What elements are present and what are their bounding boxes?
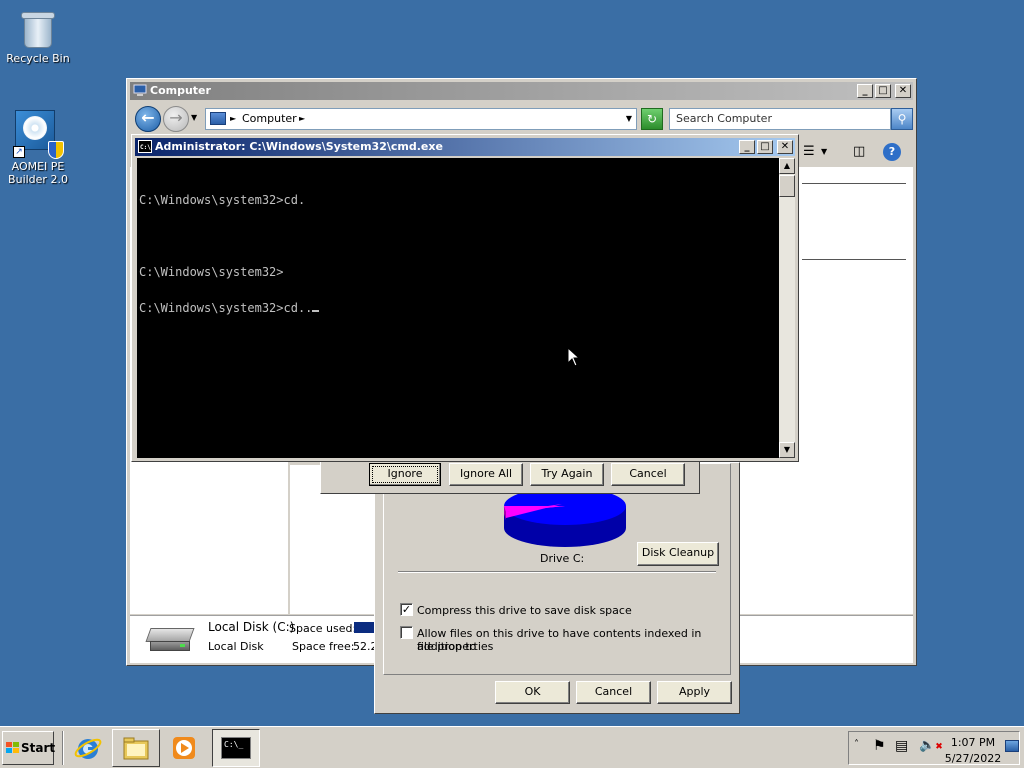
- clock-time: 1:07 PM: [950, 736, 996, 749]
- show-hidden-icons-button[interactable]: ˄: [854, 739, 859, 750]
- scroll-down-button[interactable]: ▼: [779, 442, 795, 458]
- error-cancel-button[interactable]: Cancel: [611, 463, 685, 486]
- space-used-bar: [354, 622, 376, 633]
- scroll-thumb[interactable]: [779, 175, 795, 197]
- drive-label: Drive C:: [540, 552, 585, 565]
- try-again-button[interactable]: Try Again: [530, 463, 604, 486]
- ignore-all-button[interactable]: Ignore All: [449, 463, 523, 486]
- clock[interactable]: 1:07 PM 5/27/2022: [943, 736, 1003, 765]
- general-tab-panel: Drive C: Disk Cleanup ✓ Compress this dr…: [383, 463, 731, 675]
- hard-drive-icon: [145, 628, 195, 654]
- minimize-button[interactable]: _: [857, 84, 873, 98]
- cmd-icon: C:\_: [221, 737, 251, 759]
- index-label-line2: file properties: [417, 640, 494, 653]
- media-player-icon[interactable]: [169, 733, 199, 763]
- internet-explorer-icon[interactable]: [73, 733, 103, 763]
- windows-logo-icon: [6, 742, 19, 753]
- cmd-close-button[interactable]: ✕: [777, 140, 793, 154]
- cmd-title: Administrator: C:\Windows\System32\cmd.e…: [155, 140, 443, 153]
- drive-properties-dialog[interactable]: Drive C: Disk Cleanup ✓ Compress this dr…: [374, 462, 740, 714]
- recycle-bin-label: Recycle Bin: [6, 52, 70, 65]
- taskbar: Start C:\_ ˄ ⚑ ▤ 🔈✖ 1:07 PM 5/27/2022: [0, 726, 1024, 768]
- chevron-right-icon[interactable]: ►: [299, 109, 305, 129]
- computer-icon: [133, 84, 147, 96]
- views-dropdown-icon[interactable]: ▼: [821, 143, 827, 161]
- network-icon[interactable]: ▤: [895, 738, 908, 754]
- uac-shield-icon: [48, 141, 64, 159]
- aomei-pe-builder-shortcut[interactable]: ↗ AOMEI PE Builder 2.0: [0, 110, 76, 186]
- chevron-right-icon[interactable]: ►: [230, 109, 236, 129]
- disk-cleanup-button[interactable]: Disk Cleanup: [637, 542, 719, 566]
- explorer-title: Computer: [150, 84, 211, 97]
- trash-icon: [18, 8, 58, 48]
- mouse-pointer-icon: [567, 347, 581, 367]
- folder-icon: [123, 737, 149, 760]
- computer-icon: [210, 112, 226, 125]
- show-desktop-icon[interactable]: [1005, 740, 1019, 752]
- address-row: ← → ▼ ► Computer ► ▼ ↻ Search Computer ⚲: [133, 105, 913, 133]
- forward-button[interactable]: →: [163, 106, 189, 132]
- explorer-taskbar-button[interactable]: [112, 729, 160, 767]
- compress-checkbox[interactable]: ✓: [400, 603, 413, 616]
- search-icon[interactable]: ⚲: [891, 108, 913, 130]
- scroll-up-button[interactable]: ▲: [779, 158, 795, 174]
- help-icon[interactable]: ?: [883, 143, 901, 161]
- address-dropdown-icon[interactable]: ▼: [626, 109, 632, 129]
- back-button[interactable]: ←: [135, 106, 161, 132]
- maximize-button[interactable]: □: [875, 84, 891, 98]
- console-line: C:\Windows\system32>cd..: [139, 301, 313, 315]
- shortcut-arrow-icon: ↗: [13, 146, 25, 158]
- close-button[interactable]: ✕: [895, 84, 911, 98]
- system-tray: ˄ ⚑ ▤ 🔈✖ 1:07 PM 5/27/2022: [848, 731, 1020, 765]
- cmd-titlebar[interactable]: C:\ Administrator: C:\Windows\System32\c…: [135, 138, 795, 156]
- cmd-scrollbar[interactable]: ▲ ▼: [779, 158, 795, 458]
- compress-label: Compress this drive to save disk space: [417, 604, 632, 617]
- refresh-button[interactable]: ↻: [641, 108, 663, 130]
- explorer-titlebar[interactable]: Computer _ □ ✕: [130, 82, 913, 100]
- space-free-label: Space free:: [292, 640, 355, 653]
- action-center-flag-icon[interactable]: ⚑: [873, 738, 886, 754]
- space-used-label: Space used:: [289, 622, 357, 635]
- recycle-bin-icon[interactable]: Recycle Bin: [0, 8, 76, 65]
- start-label: Start: [21, 741, 56, 755]
- console-line: C:\Windows\system32>: [139, 265, 284, 279]
- cmd-minimize-button[interactable]: _: [739, 140, 755, 154]
- drive-type: Local Disk: [208, 640, 264, 653]
- ignore-button[interactable]: Ignore: [369, 463, 441, 486]
- address-bar[interactable]: ► Computer ► ▼: [205, 108, 637, 130]
- text-cursor: [312, 310, 320, 312]
- svg-text:C:\: C:\: [140, 144, 151, 151]
- ok-button[interactable]: OK: [495, 681, 570, 704]
- cmd-maximize-button[interactable]: □: [757, 140, 773, 154]
- search-input[interactable]: Search Computer: [669, 108, 891, 130]
- drive-name: Local Disk (C:): [208, 620, 295, 634]
- aomei-icon: ↗: [13, 110, 64, 159]
- console-line: C:\Windows\system32>cd.: [139, 193, 306, 207]
- index-checkbox[interactable]: [400, 626, 413, 639]
- cancel-button[interactable]: Cancel: [576, 681, 651, 704]
- volume-muted-icon[interactable]: 🔈✖: [919, 738, 943, 753]
- cmd-icon: C:\: [138, 140, 152, 153]
- cmd-taskbar-button[interactable]: C:\_: [212, 729, 260, 767]
- start-button[interactable]: Start: [2, 731, 56, 765]
- recent-pages-dropdown[interactable]: ▼: [191, 113, 197, 122]
- apply-button[interactable]: Apply: [657, 681, 732, 704]
- views-icon[interactable]: ☰: [803, 143, 815, 161]
- svg-text:C:\_: C:\_: [224, 740, 243, 749]
- console-output[interactable]: C:\Windows\system32>cd. C:\Windows\syste…: [137, 158, 779, 458]
- aomei-pe-builder-label: AOMEI PE Builder 2.0: [8, 160, 68, 186]
- cmd-window[interactable]: C:\ Administrator: C:\Windows\System32\c…: [131, 134, 799, 462]
- breadcrumb-computer[interactable]: Computer: [242, 109, 297, 129]
- clock-date: 5/27/2022: [944, 752, 1002, 765]
- preview-pane-icon[interactable]: ◫: [853, 143, 865, 161]
